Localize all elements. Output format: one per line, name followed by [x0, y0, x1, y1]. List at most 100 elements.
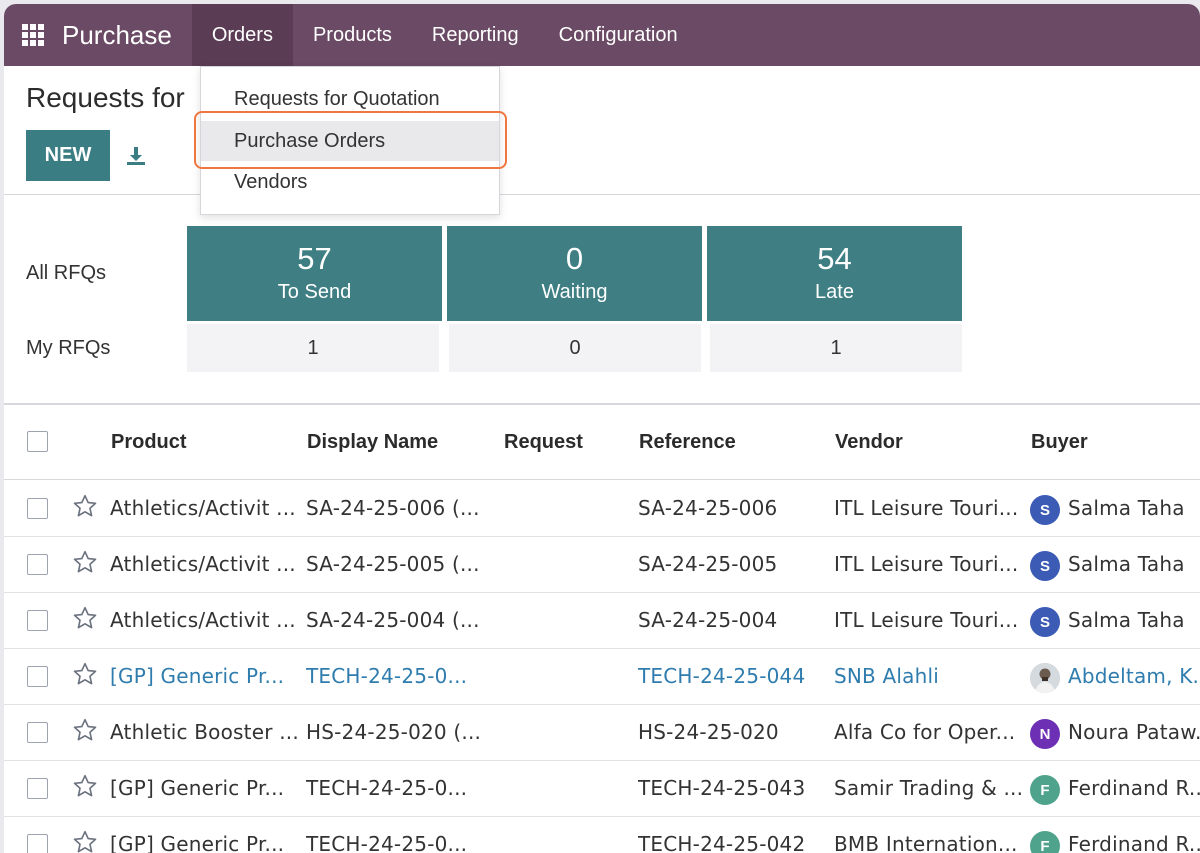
favorite-star-icon[interactable] [72, 829, 98, 853]
tile-late[interactable]: 54 Late [707, 226, 962, 321]
row-checkbox[interactable] [27, 722, 48, 743]
buyer-avatar: S [1030, 607, 1060, 637]
cell-vendor: SNB Alahli [834, 664, 940, 688]
tile-value: 57 [297, 241, 332, 276]
cell-buyer: Noura Pataw... [1068, 720, 1200, 744]
buyer-avatar: F [1030, 831, 1060, 853]
orders-dropdown: Requests for Quotation Purchase Orders V… [200, 66, 500, 215]
column-display-name[interactable]: Display Name [307, 431, 438, 454]
tile-label: To Send [277, 281, 352, 303]
cell-display-name: SA-24-25-006 (... [306, 496, 480, 520]
buyer-avatar: F [1030, 775, 1060, 805]
favorite-star-icon[interactable] [72, 493, 98, 519]
select-all-checkbox[interactable] [27, 431, 48, 452]
menu-configuration[interactable]: Configuration [539, 4, 698, 66]
page-title: Requests for [26, 82, 185, 113]
cell-display-name: TECH-24-25-0... [306, 664, 468, 688]
table-row[interactable]: [GP] Generic Pr... TECH-24-25-0... TECH-24… [4, 817, 1200, 853]
top-navbar: Purchase Orders Products Reporting Confi… [4, 4, 1200, 66]
table-header: Product Display Name Request Reference V… [4, 405, 1200, 480]
table-row[interactable]: Athletic Booster ... HS-24-25-020 (... HS-… [4, 705, 1200, 761]
app-name[interactable]: Purchase [62, 20, 192, 51]
tile-to-send[interactable]: 57 To Send [187, 226, 442, 321]
favorite-star-icon[interactable] [72, 605, 98, 631]
cell-product: Athletic Booster ... [110, 720, 299, 744]
tile-label: Late [815, 281, 854, 303]
cell-display-name: TECH-24-25-0... [306, 832, 468, 853]
cell-reference: SA-24-25-004 [638, 608, 778, 632]
cell-vendor: ITL Leisure Touri... [834, 552, 1019, 576]
buyer-avatar: N [1030, 719, 1060, 749]
row-checkbox[interactable] [27, 554, 48, 575]
row-checkbox[interactable] [27, 778, 48, 799]
cell-product: Athletics/Activit ... [110, 608, 296, 632]
buyer-avatar: S [1030, 551, 1060, 581]
app-window: Purchase Orders Products Reporting Confi… [4, 4, 1200, 853]
table-row[interactable]: [GP] Generic Pr... TECH-24-25-0... TECH-24… [4, 761, 1200, 817]
download-icon[interactable] [124, 144, 148, 168]
table-row[interactable]: Athletics/Activit ... SA-24-25-006 (... SA… [4, 481, 1200, 537]
row-checkbox[interactable] [27, 498, 48, 519]
apps-menu-icon[interactable] [4, 4, 62, 66]
cell-buyer: Salma Taha [1068, 496, 1185, 520]
row-checkbox[interactable] [27, 834, 48, 853]
cell-product: [GP] Generic Pr... [110, 832, 285, 853]
cell-vendor: Samir Trading & ... [834, 776, 1024, 800]
column-vendor[interactable]: Vendor [835, 431, 903, 454]
cell-reference: SA-24-25-005 [638, 552, 778, 576]
menu-reporting[interactable]: Reporting [412, 4, 539, 66]
favorite-star-icon[interactable] [72, 717, 98, 743]
control-panel-divider [4, 194, 1200, 195]
cell-buyer: Ferdinand R... [1068, 776, 1200, 800]
cell-display-name: SA-24-25-004 (... [306, 608, 480, 632]
column-product[interactable]: Product [111, 431, 187, 454]
table-row[interactable]: Athletics/Activit ... SA-24-25-005 (... SA… [4, 537, 1200, 593]
cell-display-name: SA-24-25-005 (... [306, 552, 480, 576]
cell-product: [GP] Generic Pr... [110, 776, 285, 800]
cell-vendor: BMB Internation... [834, 832, 1018, 853]
tile-label: Waiting [541, 281, 608, 303]
row-checkbox[interactable] [27, 666, 48, 687]
column-buyer[interactable]: Buyer [1031, 431, 1088, 454]
favorite-star-icon[interactable] [72, 549, 98, 575]
cell-reference: TECH-24-25-044 [638, 664, 806, 688]
my-late[interactable]: 1 [710, 324, 962, 372]
cell-reference: TECH-24-25-042 [638, 832, 806, 853]
favorite-star-icon[interactable] [72, 661, 98, 687]
dropdown-item-purchase-orders[interactable]: Purchase Orders [201, 121, 499, 161]
cell-product: Athletics/Activit ... [110, 496, 296, 520]
menu-orders[interactable]: Orders [191, 4, 293, 66]
tile-value: 0 [565, 241, 584, 276]
cell-vendor: ITL Leisure Touri... [834, 496, 1019, 520]
buyer-avatar [1030, 663, 1060, 693]
cell-vendor: ITL Leisure Touri... [834, 608, 1019, 632]
buyer-avatar: S [1030, 495, 1060, 525]
cell-reference: TECH-24-25-043 [638, 776, 806, 800]
dropdown-item-rfq[interactable]: Requests for Quotation [201, 79, 499, 119]
cell-buyer: Ferdinand R... [1068, 832, 1200, 853]
cell-product: [GP] Generic Pr... [110, 664, 285, 688]
my-to-send[interactable]: 1 [187, 324, 439, 372]
new-button[interactable]: NEW [26, 130, 110, 181]
table-row[interactable]: Athletics/Activit ... SA-24-25-004 (... SA… [4, 593, 1200, 649]
favorite-star-icon[interactable] [72, 773, 98, 799]
column-request[interactable]: Request [504, 431, 583, 454]
cell-reference: SA-24-25-006 [638, 496, 778, 520]
all-rfqs-label: All RFQs [26, 262, 106, 284]
my-waiting[interactable]: 0 [449, 324, 701, 372]
cell-vendor: Alfa Co for Oper... [834, 720, 1016, 744]
table-row[interactable]: [GP] Generic Pr... TECH-24-25-0... TECH-24… [4, 649, 1200, 705]
cell-product: Athletics/Activit ... [110, 552, 296, 576]
cell-buyer: Salma Taha [1068, 608, 1185, 632]
dropdown-item-vendors[interactable]: Vendors [201, 162, 499, 202]
cell-buyer: Abdeltam, K. [1068, 664, 1200, 688]
cell-reference: HS-24-25-020 [638, 720, 779, 744]
cell-display-name: HS-24-25-020 (... [306, 720, 482, 744]
row-checkbox[interactable] [27, 610, 48, 631]
my-rfqs-label: My RFQs [26, 337, 111, 359]
menu-products[interactable]: Products [293, 4, 412, 66]
cell-buyer: Salma Taha [1068, 552, 1185, 576]
column-reference[interactable]: Reference [639, 431, 736, 454]
tile-waiting[interactable]: 0 Waiting [447, 226, 702, 321]
cell-display-name: TECH-24-25-0... [306, 776, 468, 800]
